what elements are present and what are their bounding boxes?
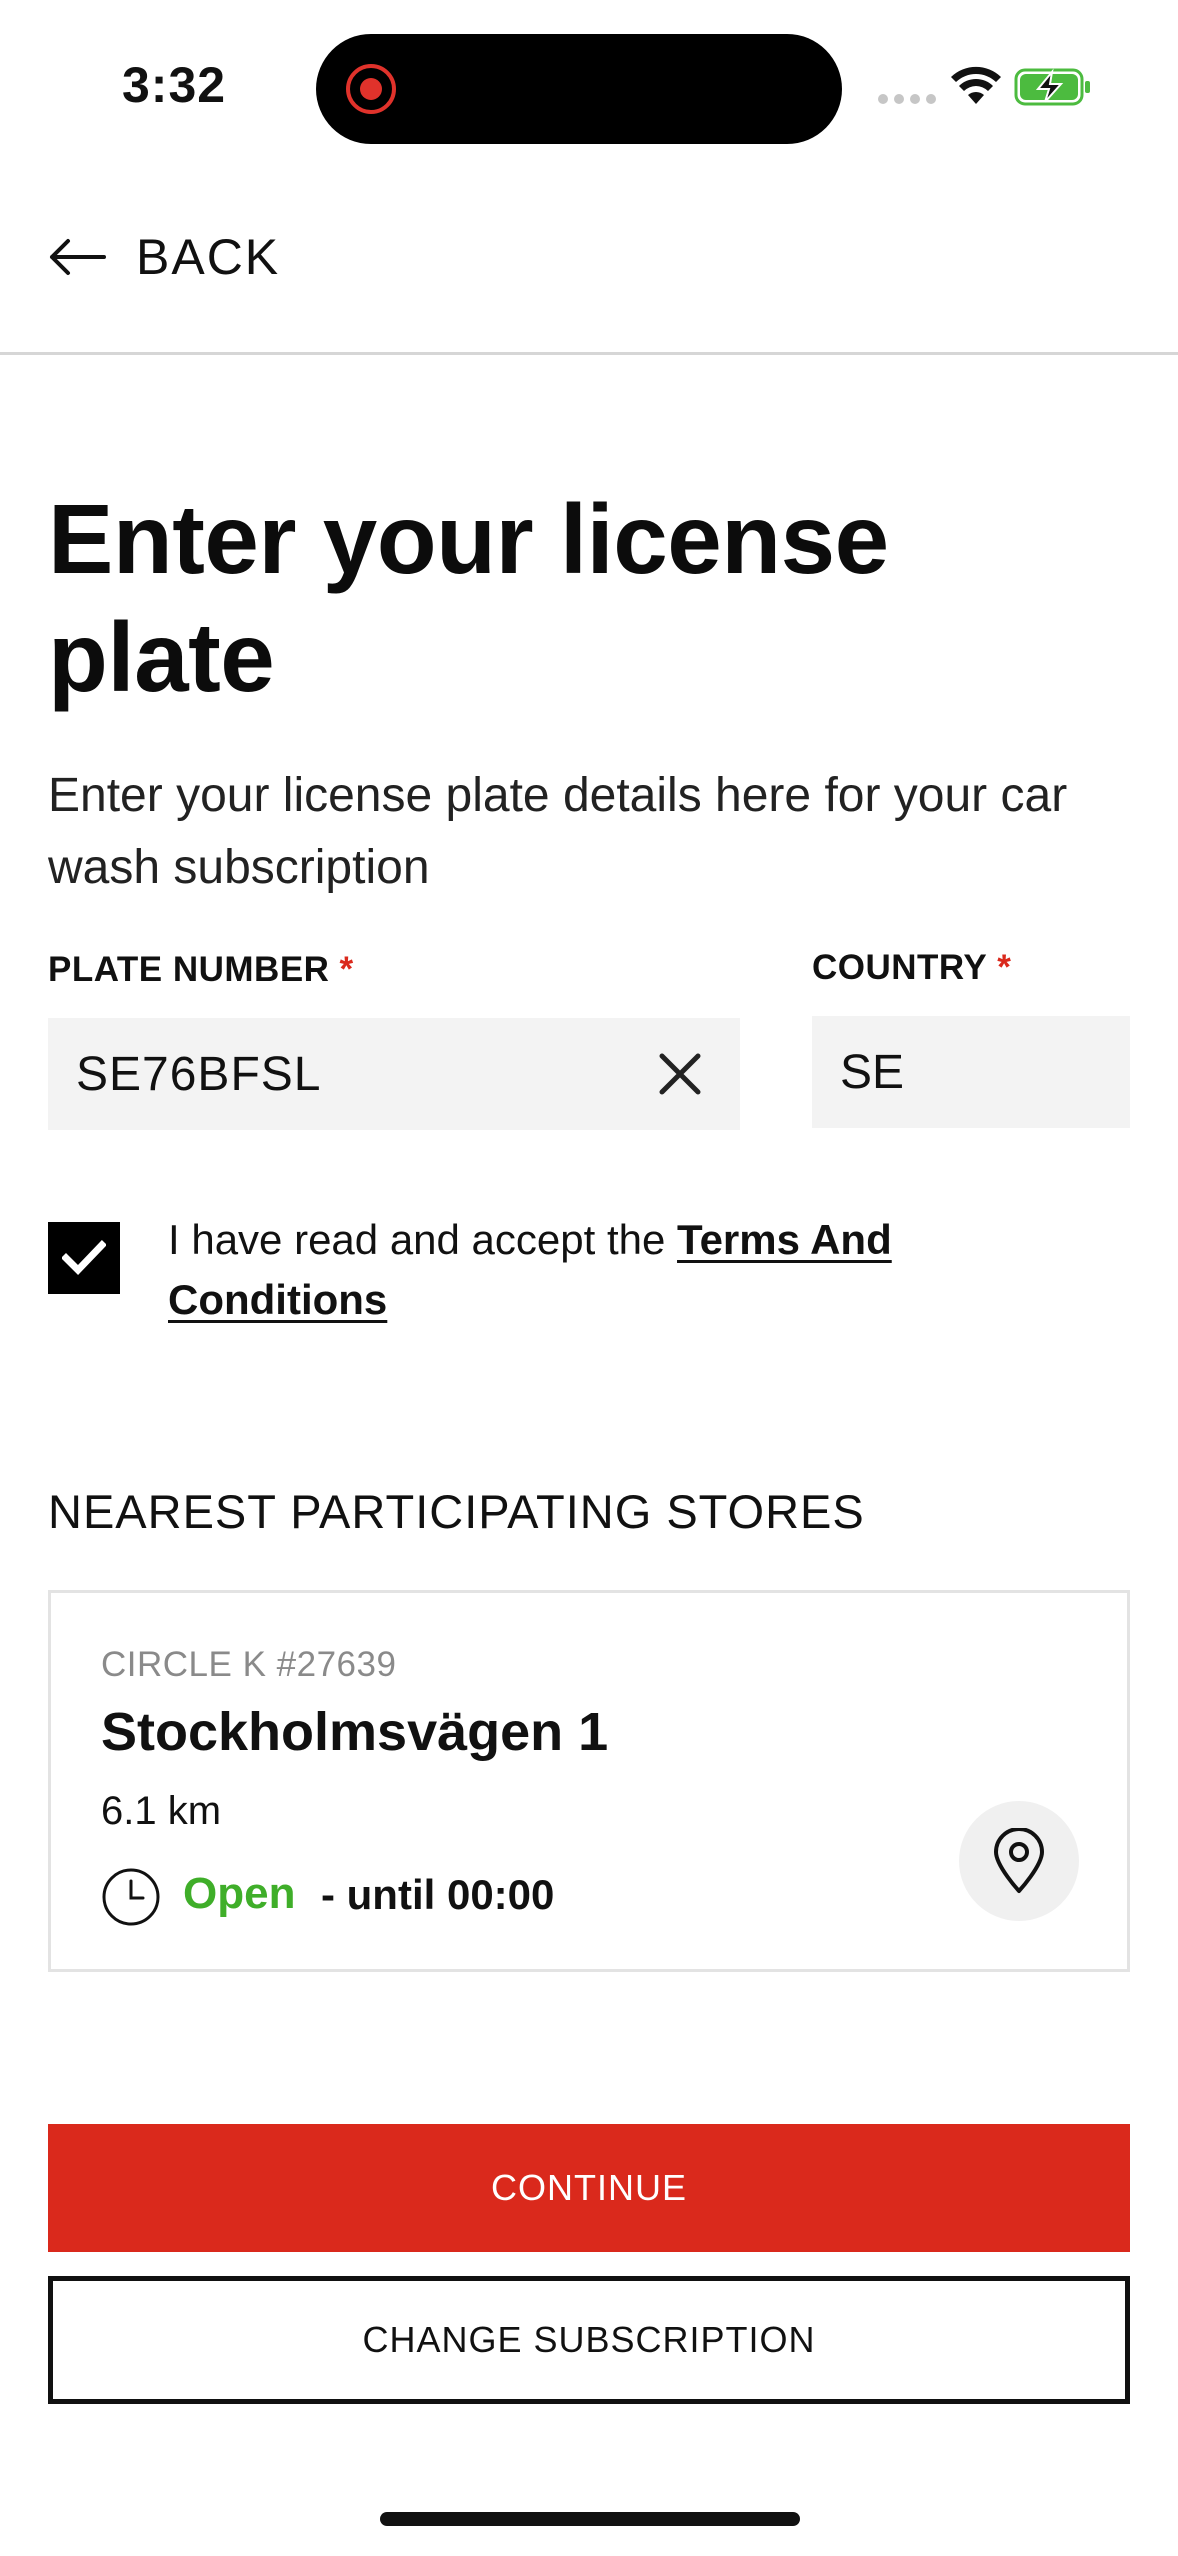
- recording-indicator-icon: [346, 64, 396, 114]
- cellular-signal-icon: [878, 94, 936, 104]
- page-subtitle: Enter your license plate details here fo…: [48, 769, 1068, 894]
- country-label: COUNTRY *: [812, 948, 1011, 988]
- plate-number-field[interactable]: [48, 1018, 740, 1130]
- battery-charging-icon: [1014, 68, 1090, 106]
- plate-number-label: PLATE NUMBER *: [48, 950, 354, 990]
- store-map-button[interactable]: [959, 1801, 1079, 1921]
- country-field[interactable]: [812, 1016, 1130, 1128]
- store-id: CIRCLE K #27639: [101, 1645, 397, 1684]
- plate-number-label-text: PLATE NUMBER: [48, 950, 330, 989]
- clock-icon: [102, 1868, 160, 1926]
- country-label-text: COUNTRY: [812, 948, 988, 987]
- header-divider: [0, 352, 1178, 355]
- store-hours: - until 00:00: [321, 1871, 555, 1918]
- store-card[interactable]: CIRCLE K #27639 Stockholmsvägen 1 6.1 km…: [48, 1590, 1130, 1972]
- plate-number-input[interactable]: [76, 1046, 636, 1102]
- back-button[interactable]: BACK: [48, 222, 280, 292]
- arrow-left-icon: [50, 239, 106, 275]
- terms-text-prefix: I have read and accept the: [168, 1216, 678, 1263]
- status-time: 3:32: [122, 57, 227, 113]
- store-distance: 6.1 km: [101, 1789, 222, 1833]
- terms-checkbox[interactable]: [48, 1222, 120, 1294]
- required-marker: *: [997, 948, 1012, 987]
- terms-text: I have read and accept the Terms And Con…: [168, 1210, 1068, 1330]
- status-bar: 3:32: [0, 0, 1178, 160]
- back-label: BACK: [136, 229, 281, 285]
- close-icon[interactable]: [656, 1050, 704, 1098]
- page-title: Enter your license plate: [48, 484, 889, 712]
- store-open-status: Open: [183, 1869, 296, 1918]
- stores-heading: NEAREST PARTICIPATING STORES: [48, 1485, 865, 1538]
- change-subscription-button[interactable]: CHANGE SUBSCRIPTION: [48, 2276, 1130, 2404]
- country-input[interactable]: [840, 1044, 1100, 1100]
- store-name: Stockholmsvägen 1: [101, 1702, 609, 1762]
- check-icon: [62, 1240, 106, 1276]
- wifi-icon: [951, 66, 1001, 104]
- required-marker: *: [339, 950, 354, 989]
- continue-button[interactable]: CONTINUE: [48, 2124, 1130, 2252]
- dynamic-island: [316, 34, 842, 144]
- home-indicator: [380, 2512, 800, 2526]
- map-pin-icon: [994, 1828, 1044, 1893]
